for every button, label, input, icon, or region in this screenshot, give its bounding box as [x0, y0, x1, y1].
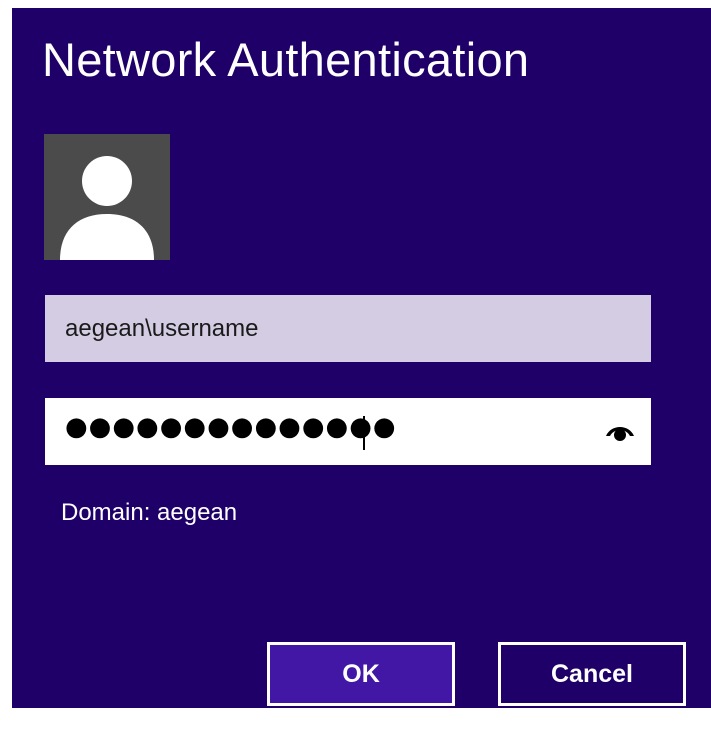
text-caret [363, 416, 365, 450]
eye-icon[interactable] [605, 420, 635, 442]
cancel-button[interactable]: Cancel [498, 642, 686, 706]
network-authentication-dialog: Network Authentication ●●●●●●●●●●●●●● Do… [12, 8, 711, 708]
password-field[interactable]: ●●●●●●●●●●●●●● [45, 398, 651, 465]
user-avatar [44, 134, 170, 260]
ok-button[interactable]: OK [267, 642, 455, 706]
user-silhouette-icon [60, 156, 154, 260]
dialog-title: Network Authentication [42, 33, 530, 86]
password-masked-text: ●●●●●●●●●●●●●● [65, 412, 397, 442]
domain-label: Domain: aegean [61, 499, 238, 526]
username-field[interactable] [45, 295, 651, 362]
